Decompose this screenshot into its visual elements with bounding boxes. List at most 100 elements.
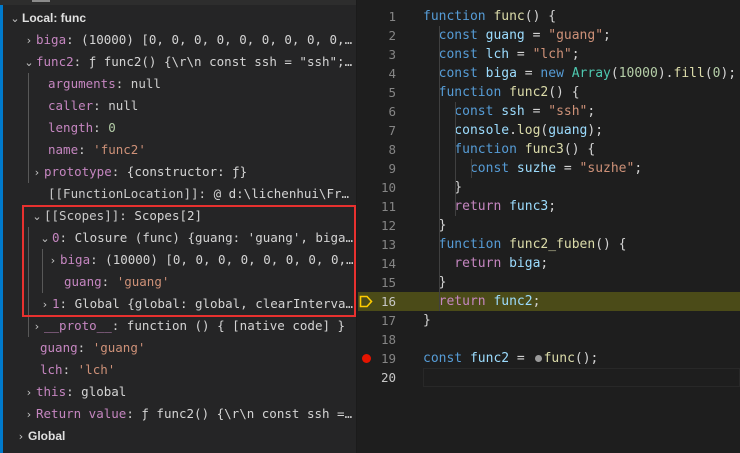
line-number: 10	[380, 180, 396, 195]
variable-name: prototype	[44, 164, 112, 179]
variable-row[interactable]: name: 'func2'	[0, 139, 354, 161]
chevron-down-icon[interactable]: ⌄	[30, 206, 44, 227]
chevron-right-icon[interactable]: ›	[22, 30, 36, 51]
code-token: ;	[540, 256, 549, 271]
variable-row[interactable]: › Return value: ƒ func2() {\r\n const ssh…	[0, 403, 354, 425]
code-line[interactable]: 12 }	[358, 216, 740, 235]
variable-row[interactable]: ⌄ 0: Closure (func) {guang: 'guang', biga…	[0, 227, 354, 249]
chevron-right-icon[interactable]: ›	[30, 316, 44, 337]
cursor-line-box	[423, 368, 740, 387]
code-line[interactable]: 11 return func3;	[358, 197, 740, 216]
code-line[interactable]: 17}	[358, 311, 740, 330]
scope-header[interactable]: › Global	[0, 425, 354, 447]
code-line[interactable]: 15 }	[358, 273, 740, 292]
variable-row[interactable]: › 1: Global {global: global, clearInterva…	[0, 293, 354, 315]
variable-row[interactable]: caller: null	[0, 95, 354, 117]
variable-row[interactable]: guang: 'guang'	[0, 271, 354, 293]
code-line[interactable]: 19 const func2 = func();	[358, 349, 740, 368]
chevron-down-icon[interactable]: ⌄	[8, 8, 22, 29]
code-token: const	[423, 104, 502, 119]
variable-row[interactable]: › __proto__: function () { [native code] …	[0, 315, 354, 337]
code-text: const ssh = "ssh";	[423, 102, 595, 121]
separator: :	[115, 76, 131, 91]
variable-row[interactable]: [[FunctionLocation]]: @ d:\lichenhui\Fro…	[0, 183, 354, 205]
variable-row[interactable]: › this: global	[0, 381, 354, 403]
line-number: 20	[380, 370, 396, 385]
separator: :	[90, 252, 106, 267]
variable-row[interactable]: › biga: (10000) [0, 0, 0, 0, 0, 0, 0, 0, …	[0, 29, 354, 51]
code-token: log	[516, 123, 541, 138]
chevron-down-icon[interactable]: ⌄	[22, 52, 36, 73]
variable-row[interactable]: length: 0	[0, 117, 354, 139]
code-line[interactable]: 10 }	[358, 178, 740, 197]
variable-row[interactable]: arguments: null	[0, 73, 354, 95]
scope-header[interactable]: ⌄ Local: func	[0, 7, 354, 29]
code-token: ).	[657, 66, 674, 81]
code-text: return func2;	[423, 292, 541, 311]
inline-breakpoint-icon[interactable]	[534, 354, 542, 362]
code-line[interactable]: 7 console.log(guang);	[358, 121, 740, 140]
code-line[interactable]: 3 const lch = "lch";	[358, 45, 740, 64]
chevron-right-icon[interactable]: ›	[30, 162, 44, 183]
code-line[interactable]: 13 function func2_fuben() {	[358, 235, 740, 254]
code-token: () {	[524, 9, 557, 24]
code-token: biga	[485, 66, 517, 81]
editor-indent-guide	[471, 159, 472, 178]
code-token: func	[543, 351, 575, 366]
line-number: 17	[380, 313, 396, 328]
variable-name: length	[48, 120, 94, 135]
line-number: 14	[380, 256, 396, 271]
variable-value: 'guang'	[92, 340, 146, 355]
code-line[interactable]: 4 const biga = new Array(10000).fill(0);	[358, 64, 740, 83]
variable-value: 0	[108, 120, 116, 135]
variable-row[interactable]: ⌄ [[Scopes]]: Scopes[2]	[0, 205, 354, 227]
code-line[interactable]: 9 const suzhe = "suzhe";	[358, 159, 740, 178]
code-token: func3	[524, 142, 564, 157]
code-token: "lch"	[532, 47, 572, 62]
chevron-right-icon[interactable]: ›	[14, 426, 28, 447]
code-token: func3	[509, 199, 549, 214]
variable-row[interactable]: › prototype: {constructor: ƒ}	[0, 161, 354, 183]
variable-row[interactable]: ⌄ func2: ƒ func2() {\r\n const ssh = "ssh…	[0, 51, 354, 73]
code-token: =	[556, 161, 580, 176]
code-line[interactable]: 18	[358, 330, 740, 349]
variable-value: Closure (func) {guang: 'guang', biga: Ar…	[74, 230, 354, 245]
code-editor[interactable]: 1 function func() {2 const guang = "guang…	[358, 0, 740, 453]
code-line[interactable]: 1 function func() {	[358, 7, 740, 26]
variable-row[interactable]: guang: 'guang'	[0, 337, 354, 359]
variable-row[interactable]: lch: 'lch'	[0, 359, 354, 381]
code-line[interactable]: 8 function func3() {	[358, 140, 740, 159]
code-token: new	[540, 66, 572, 81]
line-number: 19	[380, 351, 396, 366]
code-text: const func2 = func();	[423, 349, 598, 368]
variable-name: 0	[52, 230, 60, 245]
separator: :	[59, 296, 75, 311]
code-line[interactable]: 2 const guang = "guang";	[358, 26, 740, 45]
code-token: =	[509, 351, 533, 366]
variable-value: 'guang'	[116, 274, 170, 289]
chevron-right-icon[interactable]: ›	[22, 404, 36, 425]
code-token: return	[423, 199, 510, 214]
variable-name: Local: func	[22, 11, 87, 25]
code-token: "guang"	[548, 28, 604, 43]
code-line[interactable]: 6 const ssh = "ssh";	[358, 102, 740, 121]
separator: :	[93, 120, 109, 135]
chevron-right-icon[interactable]: ›	[38, 294, 52, 315]
chevron-right-icon[interactable]: ›	[22, 382, 36, 403]
code-token: =	[509, 47, 533, 62]
tree-indent-guide	[42, 249, 43, 293]
code-text: }	[423, 273, 447, 292]
separator: :	[111, 164, 127, 179]
code-line[interactable]: 5 function func2() {	[358, 83, 740, 102]
variable-row[interactable]: › biga: (10000) [0, 0, 0, 0, 0, 0, 0, 0, …	[0, 249, 354, 271]
chevron-down-icon[interactable]: ⌄	[38, 228, 52, 249]
code-token: ;	[548, 199, 557, 214]
current-execution-line[interactable]: 16 return func2;	[358, 292, 740, 311]
chevron-right-icon[interactable]: ›	[46, 250, 60, 271]
variable-name: Global	[28, 429, 66, 443]
variable-name: biga	[36, 32, 67, 47]
variable-value: @ d:\lichenhui\Frontend…	[213, 186, 354, 201]
variable-name: arguments	[48, 76, 116, 91]
code-text: const guang = "guang";	[423, 26, 611, 45]
code-line[interactable]: 14 return biga;	[358, 254, 740, 273]
